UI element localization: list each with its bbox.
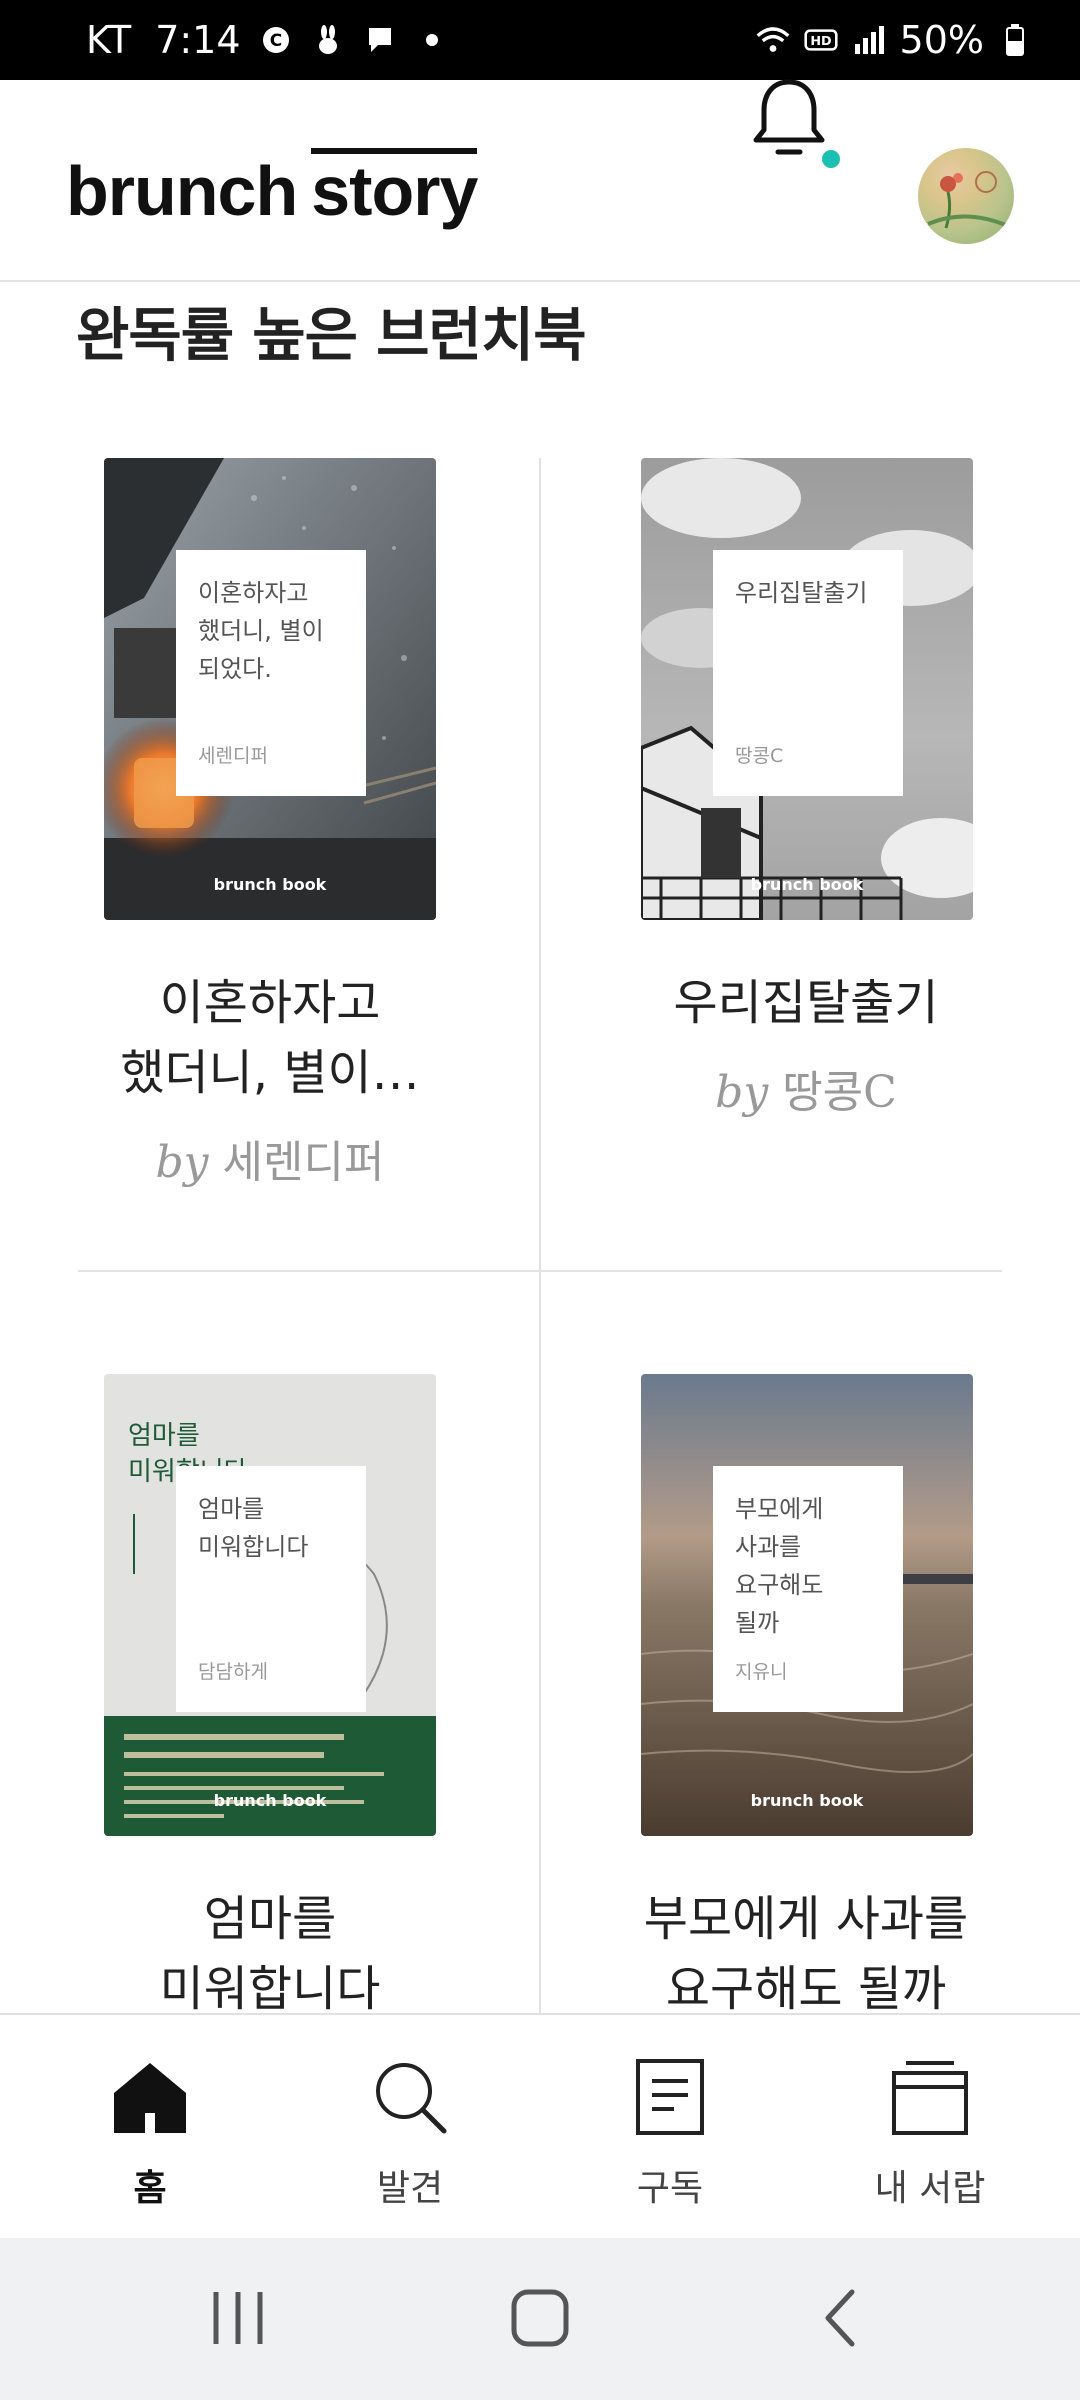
hd-icon: HD [803,23,838,57]
carrier-label: KT [86,18,132,62]
cover-author: 땅콩C [735,745,784,767]
bottom-navigation: 홈 발견 구독 내 서랍 [0,2013,1080,2238]
nav-home-label: 홈 [133,2168,167,2209]
nav-drawer[interactable]: 내 서랍 [850,2055,1010,2211]
book-title[interactable]: 엄마를 미워합니다 [20,1884,520,2024]
app-header: brunch story [0,80,1080,282]
book-cover[interactable]: 우리집탈출기 땅콩C brunch book [641,458,973,920]
cover-title: 엄마를 미워합니다 [198,1495,309,1561]
book-author[interactable]: by 세렌디퍼 [20,1126,520,1190]
home-button-icon[interactable] [500,2278,580,2358]
cover-label-card: 부모에게 사과를 요구해도 될까 지유니 [713,1466,903,1712]
home-icon [114,2063,186,2133]
cover-title: 우리집탈출기 [735,579,868,607]
status-bar: KT 7:14 C HD 50% [0,0,1080,80]
back-icon[interactable] [802,2278,882,2358]
rabbit-icon [311,23,345,57]
clock: 7:14 [155,18,241,62]
c-circle-icon: C [259,23,293,57]
nav-subscribe-label: 구독 [636,2168,704,2209]
brunch-story-logo[interactable]: brunch story [66,156,478,226]
cover-title: 부모에게 사과를 요구해도 될까 [735,1495,824,1637]
cover-author: 지유니 [735,1661,788,1683]
user-avatar[interactable] [918,148,1014,244]
grid-divider-horizontal [78,1270,1002,1272]
notification-bell-icon[interactable] [748,70,830,162]
logo-text-story: story [311,152,478,230]
cover-brand: brunch book [750,875,864,894]
drawer-icon [892,2061,968,2135]
book-cover[interactable]: 부모에게 사과를 요구해도 될까 지유니 brunch book [641,1374,973,1836]
nav-discover-label: 발견 [376,2168,444,2209]
cover-brand: brunch book [213,1791,327,1810]
grid-divider-vertical [539,458,541,2013]
by-label: by [715,1067,769,1118]
wifi-icon [756,23,790,57]
section-title: 완독률 높은 브런치북 [76,301,587,369]
cover-label-card: 엄마를 미워합니다 담담하게 [176,1466,366,1712]
svg-text:HD: HD [810,34,831,49]
cover-title: 이혼하자고 했더니, 별이 되었다. [198,579,324,683]
signal-icon [852,23,886,57]
author-name: 땅콩C [782,1067,897,1118]
by-label: by [155,1137,209,1188]
search-icon [376,2063,447,2134]
logo-text-brunch: brunch [66,152,298,230]
book-cover[interactable]: 이혼하자고 했더니, 별이 되었다. 세렌디퍼 brunch book [104,458,436,920]
document-icon [636,2059,704,2135]
svg-text:C: C [269,31,281,51]
book-author[interactable]: by 땅콩C [556,1056,1056,1120]
book-title[interactable]: 이혼하자고 했더니, 별이… [20,968,520,1108]
notification-badge [822,150,840,168]
nav-subscribe[interactable]: 구독 [590,2055,750,2211]
book-cover[interactable]: 엄마를 미워합니다 엄마를 미워합니다 담담하게 brunch book [104,1374,436,1836]
nav-drawer-label: 내 서랍 [874,2168,986,2209]
system-navigation-bar [0,2238,1080,2400]
cover-label-card: 우리집탈출기 땅콩C [713,550,903,796]
book-title[interactable]: 우리집탈출기 [556,968,1056,1038]
battery-label: 50% [899,18,984,62]
battery-icon [998,23,1032,57]
cover-author: 담담하게 [198,1661,268,1683]
book-title[interactable]: 부모에게 사과를 요구해도 될까 [556,1884,1056,2024]
cover-label-card: 이혼하자고 했더니, 별이 되었다. 세렌디퍼 [176,550,366,796]
cover-brand: brunch book [750,1791,864,1810]
cover-author: 세렌디퍼 [198,745,268,767]
nav-home[interactable]: 홈 [70,2055,230,2211]
recents-icon[interactable] [198,2278,278,2358]
dot-icon [415,23,449,57]
message-icon [363,23,397,57]
author-name: 세렌디퍼 [222,1137,385,1188]
cover-brand: brunch book [213,875,327,894]
nav-discover[interactable]: 발견 [330,2055,490,2211]
